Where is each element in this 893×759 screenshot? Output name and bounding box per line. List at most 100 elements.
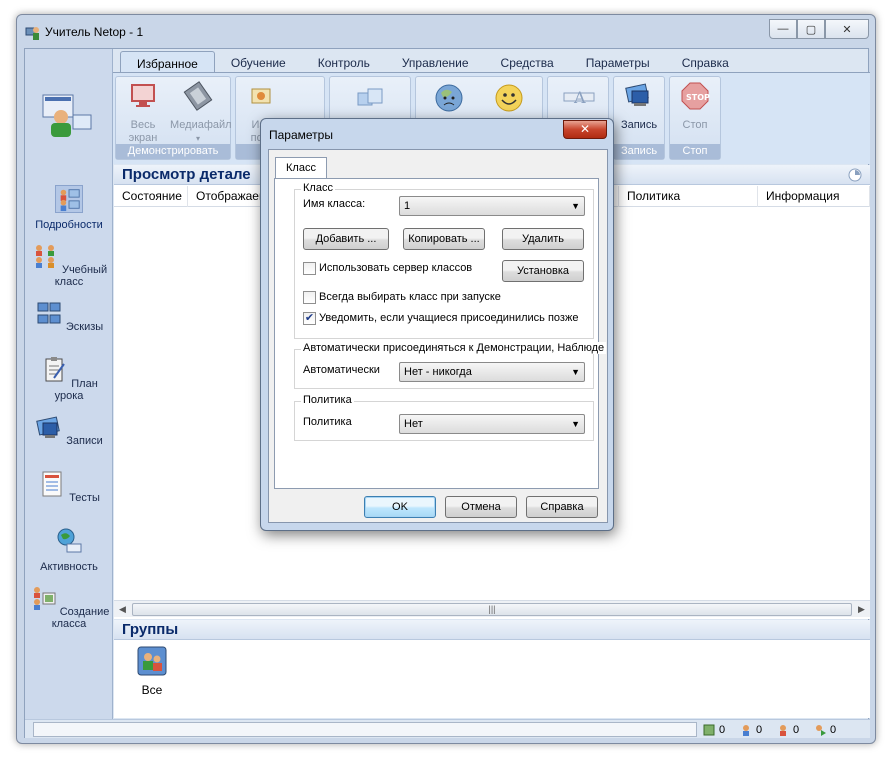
ribbon-group-record: Запись Запись xyxy=(613,76,665,160)
column-header-status[interactable]: Состояние xyxy=(114,186,188,207)
ribbon-group-demo: Весь экран Медиафайл ▾ Демонстрировать xyxy=(115,76,232,160)
tab-parameters[interactable]: Параметры xyxy=(570,51,666,73)
always-select-class-checkbox[interactable] xyxy=(303,291,316,304)
status-bar: 0 0 0 0 xyxy=(25,719,870,738)
group-icon xyxy=(137,646,167,676)
policy-legend: Политика xyxy=(301,394,354,406)
copy-class-button[interactable]: Копировать ... xyxy=(403,228,485,250)
stop-sign-icon: STOP xyxy=(681,82,710,110)
clock-icon[interactable] xyxy=(848,168,862,182)
smiley-icon xyxy=(495,84,523,112)
use-class-server-checkbox[interactable] xyxy=(303,262,316,275)
notify-late-students-checkbox[interactable]: ✔ xyxy=(303,312,316,325)
nav-item-create-class[interactable]: Создание класса xyxy=(25,584,113,630)
netop-app-icon xyxy=(25,27,39,40)
record-icon xyxy=(625,83,649,106)
nav-item-lesson-plan[interactable]: План урока xyxy=(25,356,113,402)
student-alert-icon xyxy=(780,724,786,736)
chevron-down-icon: ▼ xyxy=(571,419,580,429)
stop-button[interactable]: STOP Стоп xyxy=(672,81,718,132)
minimize-button[interactable]: — xyxy=(769,19,797,39)
tests-icon xyxy=(42,471,62,497)
status-text-field xyxy=(33,722,697,737)
dialog-close-button[interactable]: ✕ xyxy=(563,120,607,139)
use-class-server-label: Использовать сервер классов xyxy=(319,262,473,274)
thumbnails-icon xyxy=(37,302,61,324)
column-header-display[interactable]: Отображаем xyxy=(188,186,268,207)
auto-join-fieldset: Автоматически присоединяться к Демонстра… xyxy=(294,342,607,389)
details-icon xyxy=(55,185,83,213)
film-icon xyxy=(183,81,213,111)
horizontal-scrollbar[interactable]: ◀ ||| ▶ xyxy=(114,600,870,617)
nav-item-activity[interactable]: Активность xyxy=(25,527,113,573)
activity-icon xyxy=(57,528,82,553)
window-title: Учитель Netop - 1 xyxy=(45,25,144,39)
group-label-demo: Демонстрировать xyxy=(116,144,230,159)
left-navigation: Подробности Учебный класс Эскизы План ур… xyxy=(25,49,113,737)
column-header-info[interactable]: Информация xyxy=(758,186,870,207)
student-play-icon xyxy=(816,724,826,736)
ribbon-group-stop: STOP Стоп Стоп xyxy=(669,76,721,160)
status-count-1: 0 xyxy=(703,722,725,737)
class-fieldset: Класс Имя класса: 1 ▼ Добавить ... Копир… xyxy=(294,182,594,339)
auto-join-select[interactable]: Нет - никогда ▼ xyxy=(399,362,585,382)
group-label-record: Запись xyxy=(614,144,664,159)
auto-label: Автоматически xyxy=(303,364,380,376)
close-button[interactable]: ✕ xyxy=(825,19,869,39)
group-item-all[interactable]: Все xyxy=(130,646,174,697)
full-screen-button[interactable]: Весь экран xyxy=(120,81,166,145)
status-count-2: 0 xyxy=(740,722,762,737)
nav-item-details[interactable]: Подробности xyxy=(25,185,113,231)
ok-button[interactable]: OK xyxy=(364,496,436,518)
policy-select[interactable]: Нет ▼ xyxy=(399,414,585,434)
dialog-body: Класс Класс Имя класса: 1 ▼ Добавить ...… xyxy=(268,149,608,523)
tab-tools[interactable]: Средства xyxy=(485,51,570,73)
help-button[interactable]: Справка xyxy=(526,496,598,518)
class-name-select[interactable]: 1 ▼ xyxy=(399,196,585,216)
scroll-left-icon[interactable]: ◀ xyxy=(114,601,131,618)
status-count-3: 0 xyxy=(777,722,799,737)
tab-favorites[interactable]: Избранное xyxy=(120,51,215,73)
notify-late-students-label: Уведомить, если учащиеся присоединились … xyxy=(319,312,579,324)
auto-join-legend: Автоматически присоединяться к Демонстра… xyxy=(301,342,607,354)
svg-text:STOP: STOP xyxy=(686,93,710,102)
nav-item-recordings[interactable]: Записи xyxy=(25,413,113,447)
class-fieldset-legend: Класс xyxy=(301,182,335,194)
tab-help[interactable]: Справка xyxy=(666,51,745,73)
ribbon-tabs: Избранное Обучение Контроль Управление С… xyxy=(120,51,745,73)
windows-share-icon xyxy=(357,88,383,106)
lesson-plan-icon xyxy=(45,357,66,382)
globe-sad-icon xyxy=(435,84,463,112)
tab-control[interactable]: Контроль xyxy=(302,51,386,73)
teacher-logo-icon xyxy=(42,94,92,137)
delete-class-button[interactable]: Удалить xyxy=(502,228,584,250)
add-class-button[interactable]: Добавить ... xyxy=(303,228,389,250)
nav-item-classroom[interactable]: Учебный класс xyxy=(25,242,113,288)
policy-label: Политика xyxy=(303,416,352,428)
media-file-button[interactable]: Медиафайл ▾ xyxy=(170,81,232,145)
tab-learning[interactable]: Обучение xyxy=(215,51,302,73)
scroll-right-icon[interactable]: ▶ xyxy=(853,601,870,618)
chevron-down-icon: ▼ xyxy=(571,201,580,211)
status-count-4: 0 xyxy=(814,722,836,737)
picture-icon xyxy=(251,88,271,104)
classroom-icon xyxy=(35,245,54,268)
tab-class[interactable]: Класс xyxy=(275,157,327,179)
student-screen-icon xyxy=(703,724,715,735)
title-bar: Учитель Netop - 1 — ▢ ✕ xyxy=(17,15,875,49)
student-icon xyxy=(743,724,749,736)
group-label-stop: Стоп xyxy=(670,144,720,159)
nav-item-tests[interactable]: Тесты xyxy=(25,470,113,504)
tab-management[interactable]: Управление xyxy=(386,51,485,73)
monitor-icon xyxy=(131,84,155,107)
record-button[interactable]: Запись xyxy=(616,81,662,132)
nav-item-thumbnails[interactable]: Эскизы xyxy=(25,299,113,333)
setup-button[interactable]: Установка xyxy=(502,260,584,282)
column-header-policy[interactable]: Политика xyxy=(618,186,758,207)
maximize-button[interactable]: ▢ xyxy=(797,19,825,39)
cancel-button[interactable]: Отмена xyxy=(445,496,517,518)
parameters-dialog: Параметры ✕ Класс Класс Имя класса: 1 ▼ … xyxy=(260,118,614,531)
groups-panel: Группы Все xyxy=(114,620,870,718)
create-class-icon xyxy=(33,587,56,610)
scroll-thumb[interactable]: ||| xyxy=(132,603,852,616)
